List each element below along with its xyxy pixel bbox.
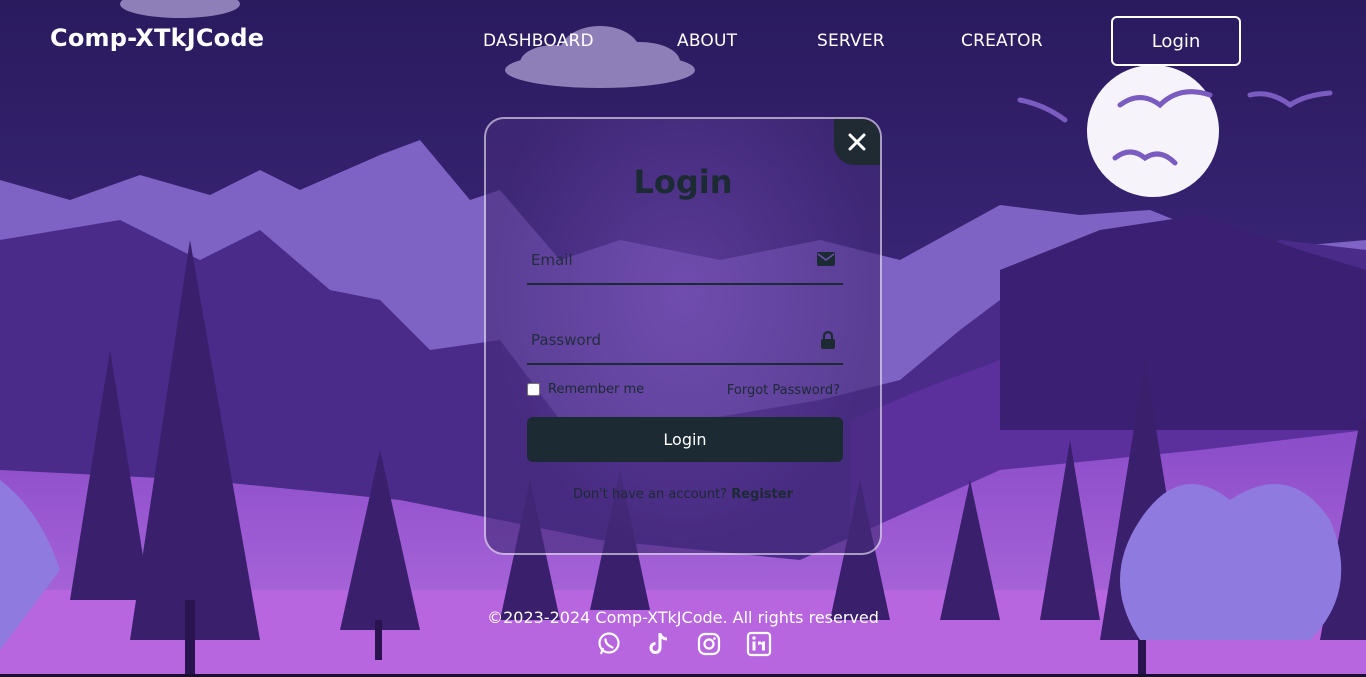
linkedin-icon[interactable] xyxy=(746,631,772,657)
email-input[interactable] xyxy=(527,237,807,283)
nav-login-button[interactable]: Login xyxy=(1111,16,1241,66)
brand-logo[interactable]: Comp-XTkJCode xyxy=(50,24,264,52)
login-submit-button[interactable]: Login xyxy=(527,417,843,462)
remember-label: Remember me xyxy=(548,382,645,397)
mail-icon xyxy=(817,251,835,270)
nav-creator[interactable]: CREATOR xyxy=(961,31,1043,51)
modal-title: Login xyxy=(633,163,733,201)
email-field xyxy=(527,237,843,285)
tiktok-icon[interactable] xyxy=(646,631,672,657)
nav-dashboard[interactable]: DASHBOARD xyxy=(483,31,594,51)
close-icon xyxy=(848,133,866,151)
whatsapp-icon[interactable] xyxy=(596,631,622,657)
nav-about[interactable]: ABOUT xyxy=(677,31,737,51)
nav-server[interactable]: SERVER xyxy=(817,31,885,51)
top-navbar: Comp-XTkJCode DASHBOARD ABOUT SERVER CRE… xyxy=(0,0,1366,80)
password-input[interactable] xyxy=(527,317,807,363)
forgot-password-link[interactable]: Forgot Password? xyxy=(727,383,840,398)
register-link[interactable]: Register xyxy=(731,487,793,502)
social-links xyxy=(596,631,772,659)
instagram-icon[interactable] xyxy=(696,631,722,657)
moon xyxy=(1087,65,1219,197)
login-modal: Login Remember me Forgot Password? Login… xyxy=(484,117,882,555)
remember-checkbox[interactable] xyxy=(527,383,540,396)
copyright-text: ©2023-2024 Comp-XTkJCode. All rights res… xyxy=(487,608,879,627)
lock-icon xyxy=(821,330,835,353)
close-button[interactable] xyxy=(834,119,880,165)
password-field xyxy=(527,317,843,365)
register-prompt-text: Don't have an account? xyxy=(573,487,728,502)
register-prompt: Don't have an account? Register xyxy=(486,487,880,502)
remember-me: Remember me xyxy=(527,382,644,397)
